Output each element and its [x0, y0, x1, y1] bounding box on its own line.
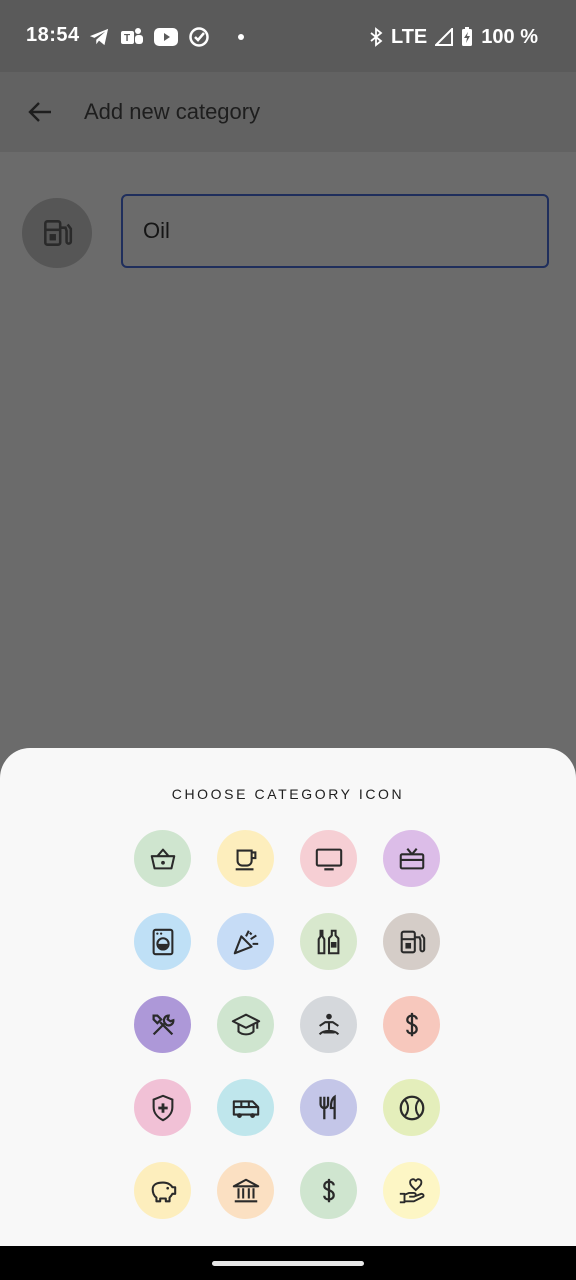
network-label: LTE: [390, 25, 428, 48]
icon-picker-sheet: CHOOSE CATEGORY ICON: [0, 748, 576, 1246]
icon-option-gift[interactable]: [383, 830, 440, 887]
arrow-back-icon: [28, 102, 51, 122]
icon-option-dollar[interactable]: [383, 996, 440, 1053]
icon-option-shopping-basket[interactable]: [134, 830, 191, 887]
icon-option-graduation-cap[interactable]: [217, 996, 274, 1053]
bank-icon: [232, 1178, 259, 1202]
youtube-icon: [154, 28, 178, 46]
van-icon: [232, 1099, 259, 1118]
fuel-pump-icon: [400, 930, 425, 953]
dollar-icon: [405, 1012, 418, 1036]
icon-option-van[interactable]: [217, 1079, 274, 1136]
icon-grid: [134, 830, 444, 1219]
app-bar: Add new category: [0, 72, 576, 152]
tennis-ball-icon: [399, 1095, 424, 1120]
sheet-title: CHOOSE CATEGORY ICON: [171, 786, 405, 802]
icon-option-meditation[interactable]: [300, 996, 357, 1053]
bottles-icon: [317, 929, 339, 954]
shopping-basket-icon: [150, 848, 175, 869]
party-popper-icon: [233, 929, 258, 954]
icon-option-tools[interactable]: [134, 996, 191, 1053]
more-notifications-dot: [238, 34, 244, 40]
icon-option-fuel-pump[interactable]: [383, 913, 440, 970]
system-nav-bar: [0, 1246, 576, 1280]
icon-option-party-popper[interactable]: [217, 913, 274, 970]
restaurant-icon: [318, 1094, 336, 1119]
meditation-icon: [318, 1013, 339, 1035]
icon-option-washing-machine[interactable]: [134, 913, 191, 970]
home-gesture-handle[interactable]: [212, 1261, 364, 1266]
icon-option-tennis-ball[interactable]: [383, 1079, 440, 1136]
icon-option-health-shield[interactable]: [134, 1079, 191, 1136]
icon-option-bottles[interactable]: [300, 913, 357, 970]
graduation-cap-icon: [231, 1013, 260, 1035]
category-name-input[interactable]: [121, 194, 549, 268]
teams-icon: T: [120, 26, 144, 48]
health-shield-icon: [152, 1094, 173, 1121]
tools-icon: [152, 1013, 174, 1035]
status-bar: 18:54 T LTE 100 %: [0, 0, 576, 72]
washing-machine-icon: [152, 928, 173, 955]
task-check-icon: [188, 26, 210, 48]
coffee-cup-icon: [235, 849, 256, 870]
notification-icons: T: [88, 24, 244, 50]
icon-option-coffee-cup[interactable]: [217, 830, 274, 887]
status-time: 18:54: [26, 24, 80, 46]
category-form: [0, 152, 576, 752]
fuel-pump-icon: [44, 220, 73, 246]
charity-icon: [399, 1177, 424, 1203]
bluetooth-icon: [369, 27, 383, 47]
battery-level: 100 %: [481, 25, 538, 48]
gift-icon: [399, 847, 424, 869]
back-button[interactable]: [22, 94, 58, 130]
piggy-bank-icon: [151, 1181, 176, 1202]
icon-option-restaurant[interactable]: [300, 1079, 357, 1136]
system-icons: LTE 100 %: [369, 24, 538, 50]
selected-icon-preview[interactable]: [22, 198, 92, 268]
icon-option-charity[interactable]: [383, 1162, 440, 1219]
telegram-icon: [88, 27, 110, 47]
signal-icon: [435, 28, 454, 46]
icon-option-bank[interactable]: [217, 1162, 274, 1219]
battery-charging-icon: [461, 27, 473, 47]
tv-icon: [315, 848, 342, 870]
money-icon: [322, 1178, 335, 1202]
icon-option-money[interactable]: [300, 1162, 357, 1219]
icon-option-tv[interactable]: [300, 830, 357, 887]
icon-option-piggy-bank[interactable]: [134, 1162, 191, 1219]
svg-text:T: T: [124, 33, 130, 44]
page-title: Add new category: [84, 99, 261, 124]
